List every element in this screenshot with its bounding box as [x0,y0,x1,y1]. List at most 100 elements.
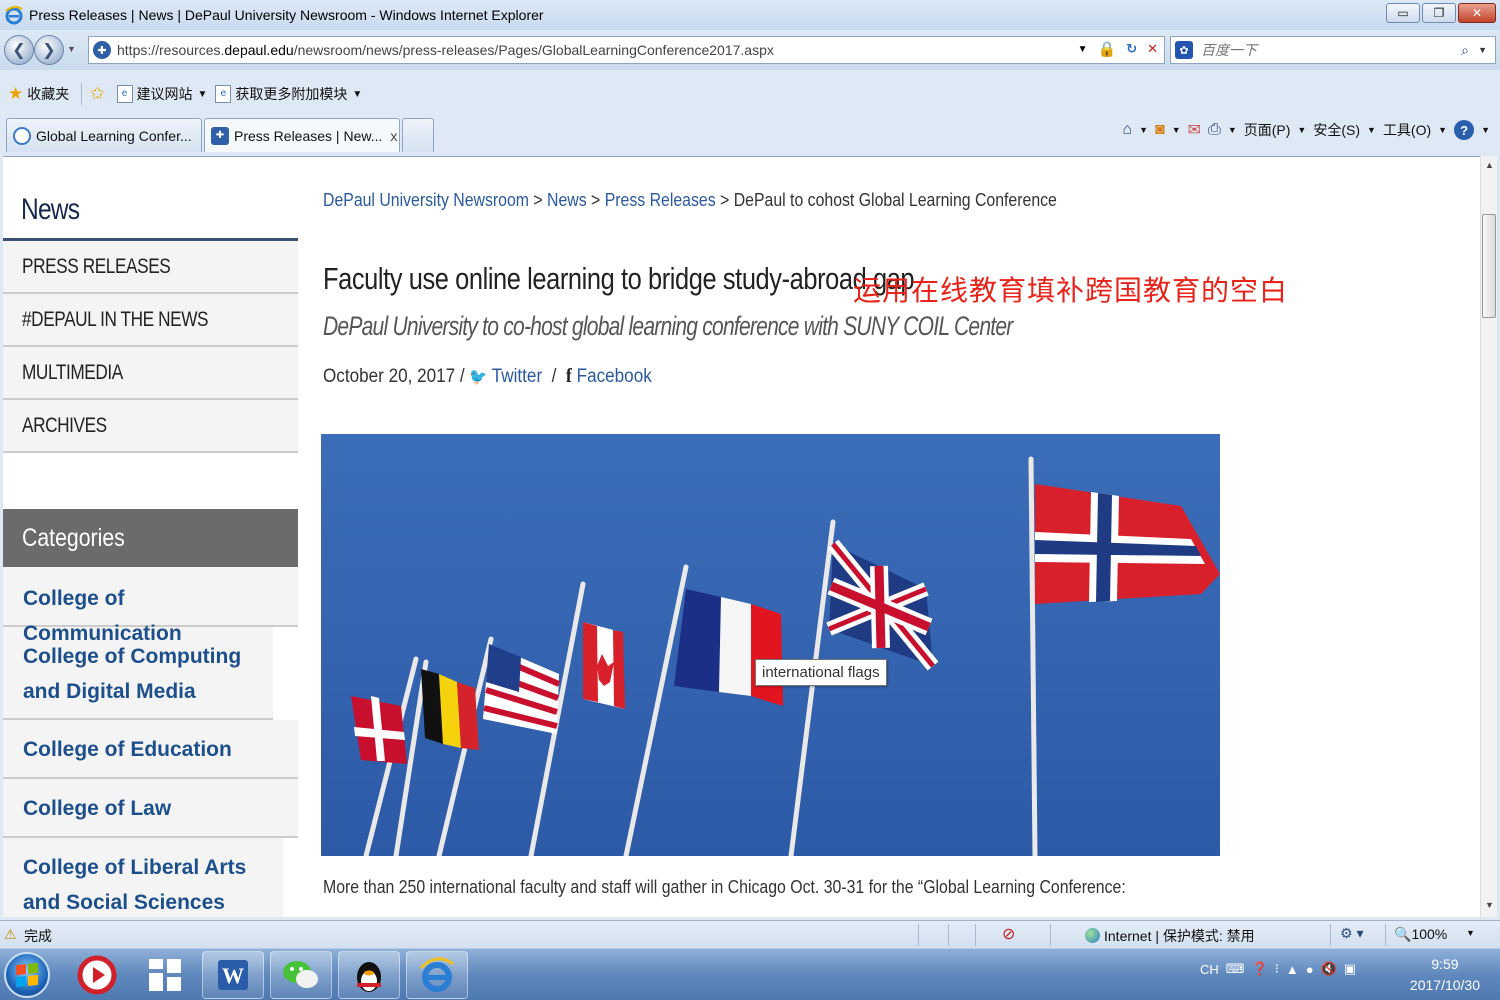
restore-button[interactable]: ❐ [1422,3,1456,23]
read-mail-icon[interactable]: ✉ [1188,120,1201,140]
headline-annotation: 运用在线教育填补跨国教育的空白 [853,274,1289,307]
taskbar-internet-explorer[interactable] [406,951,468,999]
category-label: College of Computing and Digital Media [23,645,242,703]
chevron-down-icon[interactable]: ▼ [1367,125,1376,135]
nav-item-multimedia[interactable]: MULTIMEDIA [3,347,298,400]
left-navigation: News PRESS RELEASES #DEPAUL IN THE NEWS … [3,157,298,917]
breadcrumb-news-link[interactable]: News [547,190,587,210]
suggested-sites-button[interactable]: e 建议网站 ▼ [116,84,207,104]
chevron-down-icon[interactable]: ▼ [1228,125,1237,135]
volume-icon[interactable]: 🔇 [1321,961,1337,977]
chevron-down-icon[interactable]: ▼ [1297,125,1306,135]
facebook-share-link[interactable]: Facebook [577,366,652,387]
page-menu[interactable]: 页面(P) [1244,120,1291,140]
scrollbar-thumb[interactable] [1482,214,1496,318]
back-button[interactable]: ❮ [4,35,34,65]
category-communication[interactable]: College of Communication [3,567,298,645]
tools-menu[interactable]: 工具(O) [1383,120,1431,140]
word-icon: W [218,960,248,990]
start-button[interactable] [4,952,50,998]
safety-menu[interactable]: 安全(S) [1313,120,1360,140]
keyboard-icon[interactable]: ⌨ [1226,961,1245,977]
clock-time: 9:59 [1431,956,1459,972]
feeds-icon[interactable]: ◙ [1155,121,1165,139]
nav-item-press-releases[interactable]: PRESS RELEASES [3,241,298,294]
network-icon[interactable]: ▣ [1344,961,1356,977]
lock-icon[interactable]: 🔒 [1098,40,1117,58]
article-date: October 20, 2017 / [323,366,465,387]
print-icon[interactable]: ⎙ [1208,121,1221,139]
twitter-icon[interactable]: 🐦 [469,369,487,386]
facebook-icon[interactable]: f [566,365,572,387]
scroll-down-icon[interactable]: ▼ [1485,900,1494,910]
image-tooltip: international flags [755,659,887,686]
more-addons-button[interactable]: e 获取更多附加模块 ▼ [215,84,362,104]
address-bar[interactable]: ✚ https://resources.depaul.edu/newsroom/… [88,36,1165,64]
more-addons-label: 获取更多附加模块 [235,86,348,102]
favorites-button[interactable]: ★ 收藏夹 [8,84,69,104]
warning-icon[interactable]: ⚠ [4,926,20,942]
help-icon[interactable]: ? [1454,120,1475,140]
nav-item-archives[interactable]: ARCHIVES [3,400,298,453]
stop-icon[interactable]: ✕ [1147,41,1158,57]
category-computing-digital-media[interactable]: College of Computing and Digital Media [3,627,273,720]
wechat-icon [283,961,318,988]
input-language-indicator[interactable]: CH [1200,962,1219,977]
star-icon: ★ [8,84,24,103]
recent-pages-dropdown[interactable]: ▼ [67,44,76,54]
qq-tray-icon[interactable]: ● [1306,962,1314,977]
taskbar-qq[interactable] [338,951,400,999]
url-prefix: https://resources. [117,42,225,58]
add-favorite-button[interactable]: ✩ [90,84,108,104]
home-icon[interactable]: ⌂ [1122,121,1132,139]
taskbar-wechat[interactable] [270,951,332,999]
tab-press-releases[interactable]: ✚ Press Releases | New... x [204,118,400,152]
nav-item-depaul-in-the-news[interactable]: #DEPAUL IN THE NEWS [3,294,298,347]
close-tab-icon[interactable]: x [390,128,397,144]
search-box[interactable]: ✿ ⌕ ▼ [1170,36,1496,64]
show-hidden-icons-icon[interactable]: ▲ [1286,962,1299,977]
breadcrumb-press-link[interactable]: Press Releases [605,190,716,210]
search-input[interactable] [1201,42,1431,58]
search-icon[interactable]: ⌕ [1461,42,1469,59]
url-text[interactable]: https://resources.depaul.edu/newsroom/ne… [117,42,774,58]
add-star-icon: ✩ [90,84,105,103]
favorites-divider [81,83,83,105]
taskbar-clock[interactable]: 9:59 2017/10/30 [1410,954,1480,996]
popup-blocker-icon[interactable]: ⊘ [1002,924,1015,944]
ime-options-icon[interactable]: ⁝ [1275,961,1279,977]
zoom-dropdown-icon[interactable]: ▼ [1466,928,1475,938]
refresh-icon[interactable]: ↻ [1126,41,1137,57]
protected-mode-icon[interactable]: ⚙ ▾ [1340,925,1363,942]
chevron-down-icon[interactable]: ▼ [1481,125,1490,135]
help-tray-icon[interactable]: ❓ [1252,961,1268,977]
categories-heading: Categories [3,509,298,567]
security-zone[interactable]: Internet | 保护模式: 禁用 [1085,926,1255,946]
category-law[interactable]: College of Law [3,779,298,838]
close-window-button[interactable]: ✕ [1458,3,1496,23]
scroll-up-icon[interactable]: ▲ [1485,160,1494,170]
search-dropdown-icon[interactable]: ▼ [1478,45,1487,55]
minimize-button[interactable]: ▭ [1386,3,1420,23]
chevron-down-icon[interactable]: ▼ [1139,125,1148,135]
clock-date: 2017/10/30 [1409,977,1480,993]
forward-button[interactable]: ❯ [34,35,64,65]
chevron-down-icon[interactable]: ▼ [1172,125,1181,135]
headline-text: Faculty use online learning to bridge st… [323,261,915,296]
twitter-share-link[interactable]: Twitter [492,366,542,387]
chevron-down-icon[interactable]: ▼ [1438,125,1447,135]
category-liberal-arts[interactable]: College of Liberal Arts and Social Scien… [3,838,283,917]
category-education[interactable]: College of Education [3,720,298,779]
taskbar-media-player[interactable] [66,951,128,999]
ie-icon [419,957,454,992]
breadcrumb-home-link[interactable]: DePaul University Newsroom [323,190,529,210]
taskbar-app-grid[interactable] [134,951,196,999]
address-dropdown-icon[interactable]: ▼ [1078,44,1088,55]
page-scrollbar[interactable]: ▲ ▼ [1480,156,1497,917]
tab-global-learning[interactable]: Global Learning Confer... [6,118,202,152]
new-tab-button[interactable] [402,118,434,152]
share-separator: / [551,366,557,387]
taskbar-word[interactable]: W [202,951,264,999]
zoom-control[interactable]: 🔍100% [1394,926,1447,943]
window-title: Press Releases | News | DePaul Universit… [29,7,544,23]
